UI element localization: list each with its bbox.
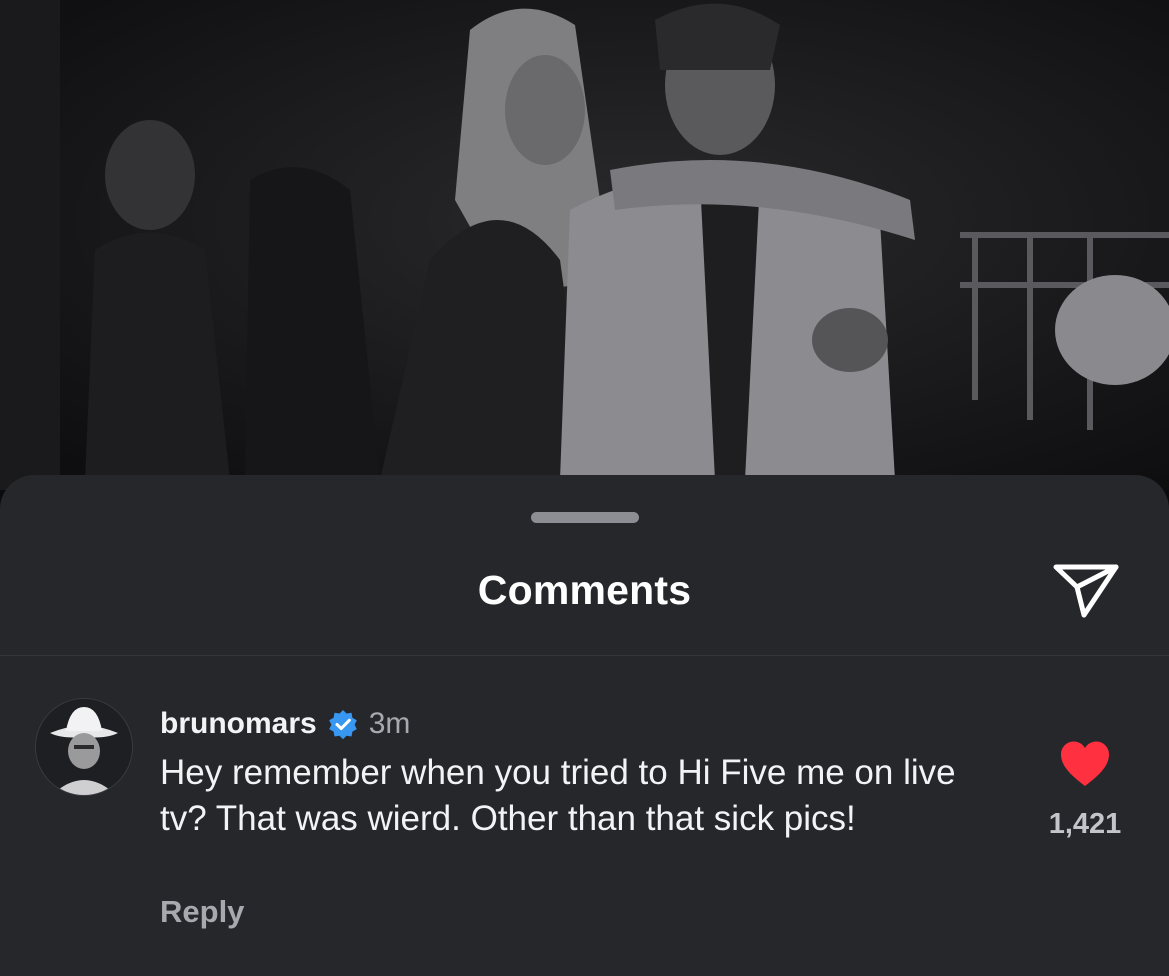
sheet-grabber-handle[interactable] [531,512,639,523]
avatar-image [36,699,132,795]
share-button[interactable] [1050,557,1122,621]
post-photo [0,0,1169,490]
heart-icon [1061,741,1109,786]
comment-meta: brunomars 3m [160,704,410,744]
comment-username[interactable]: brunomars [160,707,317,741]
avatar[interactable] [36,699,132,795]
comment-text: Hey remember when you tried to Hi Five m… [160,753,956,838]
verified-badge-icon [327,708,359,740]
comment-timestamp: 3m [368,707,411,740]
comments-sheet: Comments brunomars 3m Hey remember when … [0,475,1169,976]
paper-plane-icon [1053,564,1119,618]
comment-item: brunomars 3m Hey remember when you tried… [0,656,1169,976]
app-screen: Comments brunomars 3m Hey remember when … [0,0,1169,976]
sheet-title: Comments [477,567,692,613]
like-count: 1,421 [1048,808,1122,840]
reply-button[interactable]: Reply [160,894,244,930]
like-button[interactable] [1057,736,1113,792]
